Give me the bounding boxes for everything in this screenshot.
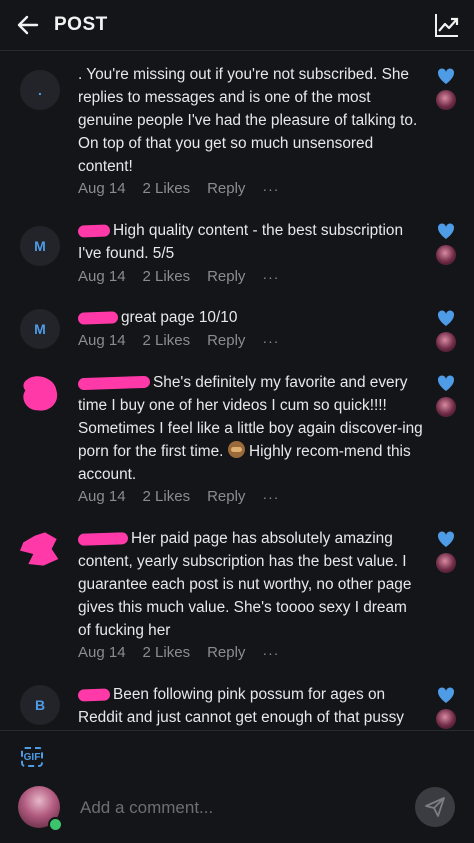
comment-meta: Aug 14 2 Likes Reply ··· (78, 180, 296, 197)
more-options-icon[interactable]: ··· (262, 645, 279, 661)
comment-date: Aug 14 (78, 488, 126, 505)
likes-count[interactable]: 2 Likes (143, 268, 191, 285)
comment-meta: Aug 14 2 Likes Reply ··· (78, 488, 296, 505)
page-title: POST (54, 14, 108, 35)
reply-button[interactable]: Reply (207, 644, 245, 661)
comment-meta: Aug 14 2 Likes Reply ··· (78, 644, 296, 661)
gif-button[interactable]: GIF (21, 747, 43, 767)
send-button[interactable] (415, 787, 455, 827)
heart-icon[interactable] (436, 373, 456, 393)
redacted-username (77, 311, 119, 325)
avatar[interactable]: M (20, 309, 60, 349)
creator-liked-avatar (436, 397, 456, 417)
heart-icon[interactable] (436, 529, 456, 549)
heart-icon[interactable] (436, 221, 456, 241)
comment-text: Been following pink possum for ages on R… (77, 686, 404, 726)
comment-text: She's definitely my favorite and every t… (77, 374, 423, 483)
reply-button[interactable]: Reply (207, 488, 245, 505)
comment-date: Aug 14 (78, 644, 126, 661)
avatar[interactable]: . (20, 70, 60, 110)
avatar[interactable]: B (20, 685, 60, 725)
reply-button[interactable]: Reply (207, 332, 245, 349)
redacted-username (77, 688, 111, 702)
avatar[interactable] (20, 529, 60, 569)
heart-icon[interactable] (436, 66, 456, 86)
reply-button[interactable]: Reply (207, 180, 245, 197)
back-arrow-icon[interactable] (14, 11, 42, 39)
reply-button[interactable]: Reply (207, 268, 245, 285)
heart-icon[interactable] (436, 308, 456, 328)
redacted-username (77, 224, 111, 238)
more-options-icon[interactable]: ··· (262, 333, 279, 349)
redacted-username (77, 532, 129, 546)
comment-meta: Aug 14 2 Likes Reply ··· (78, 332, 296, 349)
likes-count[interactable]: 2 Likes (143, 644, 191, 661)
comment-text: High quality content - the best subscrip… (77, 222, 404, 262)
more-options-icon[interactable]: ··· (262, 269, 279, 285)
comment-date: Aug 14 (78, 268, 126, 285)
see-no-evil-monkey-icon (227, 441, 245, 458)
more-options-icon[interactable]: ··· (262, 489, 279, 505)
comment-text: great page 10/10 (77, 306, 423, 329)
creator-liked-avatar (436, 245, 456, 265)
avatar[interactable]: M (20, 226, 60, 266)
likes-count[interactable]: 2 Likes (143, 332, 191, 349)
comment-text: Her paid page has absolutely amazing con… (77, 530, 412, 639)
statistics-icon[interactable] (434, 12, 460, 38)
creator-liked-avatar (436, 90, 456, 110)
redacted-username (77, 375, 151, 391)
send-icon (425, 797, 445, 817)
heart-icon[interactable] (436, 685, 456, 705)
comment-text: . You're missing out if you're not subsc… (78, 66, 418, 175)
top-bar: POST (0, 0, 474, 51)
comment-meta: Aug 14 2 Likes Reply ··· (78, 268, 296, 285)
creator-liked-avatar (436, 553, 456, 573)
comments-feed[interactable]: . . You're missing out if you're not sub… (0, 50, 474, 730)
avatar[interactable] (20, 374, 60, 414)
likes-count[interactable]: 2 Likes (143, 488, 191, 505)
likes-count[interactable]: 2 Likes (143, 180, 191, 197)
online-status-indicator (48, 817, 63, 832)
comment-composer: GIF (0, 730, 474, 843)
creator-liked-avatar (436, 709, 456, 729)
comment-date: Aug 14 (78, 332, 126, 349)
comment-date: Aug 14 (78, 180, 126, 197)
comment-input[interactable] (78, 795, 402, 821)
more-options-icon[interactable]: ··· (262, 181, 279, 197)
creator-liked-avatar (436, 332, 456, 352)
gif-icon: GIF (23, 751, 41, 763)
